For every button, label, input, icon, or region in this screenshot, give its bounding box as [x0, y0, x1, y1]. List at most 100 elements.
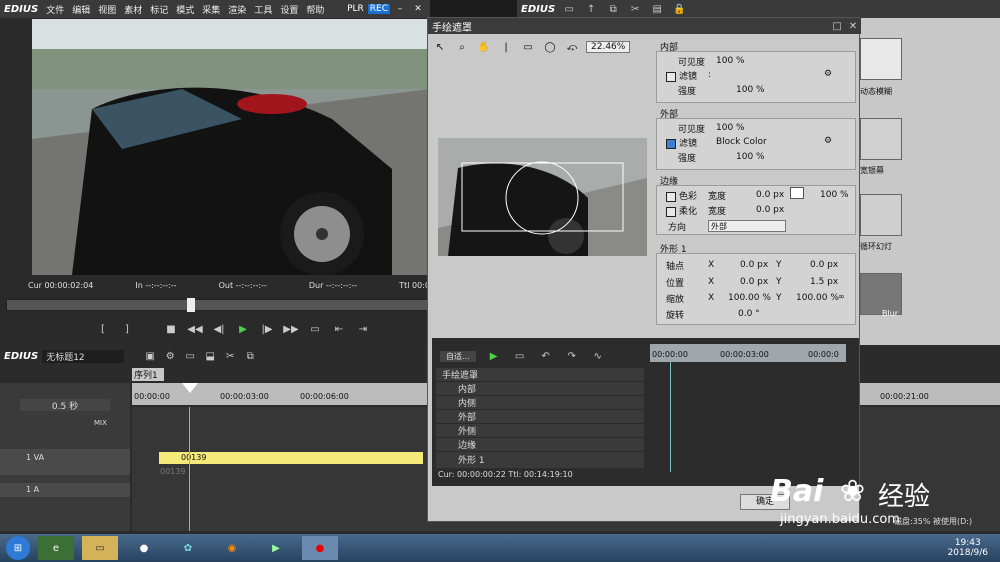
- overwrite-icon[interactable]: ⇥: [355, 321, 371, 337]
- step-forward-icon[interactable]: |▶: [259, 321, 275, 337]
- kf-item-outer-side[interactable]: 外侧: [436, 424, 644, 438]
- copy-icon[interactable]: ⧉: [605, 1, 621, 17]
- edge-color-swatch[interactable]: [790, 187, 804, 199]
- bin-thumb-widescreen[interactable]: [860, 118, 902, 160]
- edge-color-pct[interactable]: 100 %: [820, 190, 849, 200]
- edge-dir-select[interactable]: 外部: [708, 220, 786, 232]
- outer-filter-checkbox[interactable]: [666, 138, 676, 149]
- bin-thumb-motion-blur[interactable]: [860, 38, 902, 80]
- kf-redo-icon[interactable]: ↷: [564, 348, 580, 364]
- edius-taskbar-icon[interactable]: ●: [302, 536, 338, 560]
- fit-dropdown[interactable]: 自适...: [440, 350, 476, 362]
- select-tool-icon[interactable]: ↖: [432, 39, 448, 55]
- menu-capture[interactable]: 采集: [198, 3, 224, 16]
- scale-y-value[interactable]: 100.00 %: [796, 293, 839, 303]
- edge-soft-width[interactable]: 0.0 px: [756, 205, 784, 215]
- minimize-icon[interactable]: –: [392, 1, 408, 17]
- new-seq-icon[interactable]: ▣: [142, 348, 158, 364]
- kf-undo-icon[interactable]: ↶: [538, 348, 554, 364]
- dialog-close-icon[interactable]: ✕: [845, 18, 861, 34]
- insert-icon[interactable]: ⇤: [331, 321, 347, 337]
- bin-thumb-loop-slide[interactable]: [860, 194, 902, 236]
- dialog-maximize-icon[interactable]: □: [829, 18, 845, 34]
- close-icon[interactable]: ✕: [410, 1, 426, 17]
- save-icon[interactable]: ⬓: [202, 348, 218, 364]
- a-track-header[interactable]: 1 A: [0, 483, 130, 497]
- menu-clip[interactable]: 素材: [120, 3, 146, 16]
- player-scrub-bar[interactable]: [6, 298, 430, 312]
- kf-item-mask[interactable]: 手绘遮罩: [436, 368, 644, 382]
- link-aspect-icon[interactable]: ∞: [838, 292, 845, 301]
- up-icon[interactable]: ↑: [583, 1, 599, 17]
- lock-icon[interactable]: 🔒: [671, 1, 687, 17]
- edge-soft-checkbox[interactable]: [666, 206, 676, 217]
- plr-label[interactable]: PLR: [345, 4, 366, 14]
- kf-item-shape[interactable]: 外形 1: [436, 452, 644, 466]
- folder-icon[interactable]: ▭: [561, 1, 577, 17]
- ellipse-tool-icon[interactable]: ◯: [542, 39, 558, 55]
- menu-settings[interactable]: 设置: [276, 3, 302, 16]
- edge-color-checkbox[interactable]: [666, 191, 676, 202]
- stop-icon[interactable]: ■: [163, 321, 179, 337]
- menu-render[interactable]: 渲染: [224, 3, 250, 16]
- set-out-icon[interactable]: ]: [119, 321, 135, 337]
- menu-edit[interactable]: 编辑: [68, 3, 94, 16]
- media-icon[interactable]: ✿: [170, 536, 206, 560]
- cut-tool-icon[interactable]: ✂: [222, 348, 238, 364]
- menu-mode[interactable]: 模式: [172, 3, 198, 16]
- qq-icon[interactable]: ●: [126, 536, 162, 560]
- inner-strength-value[interactable]: 100 %: [736, 85, 765, 95]
- pen-tool-icon[interactable]: |: [498, 39, 514, 55]
- bezier-tool-icon[interactable]: ⤽: [564, 39, 580, 55]
- view-icon[interactable]: ▤: [649, 1, 665, 17]
- scale-x-value[interactable]: 100.00 %: [728, 293, 771, 303]
- scrub-handle[interactable]: [187, 298, 195, 312]
- rot-value[interactable]: 0.0 °: [738, 309, 760, 319]
- open-icon[interactable]: ▭: [182, 348, 198, 364]
- pivot-y-value[interactable]: 0.0 px: [810, 260, 838, 270]
- rewind-icon[interactable]: ◀◀: [187, 321, 203, 337]
- fast-forward-icon[interactable]: ▶▶: [283, 321, 299, 337]
- menu-help[interactable]: 帮助: [302, 3, 328, 16]
- set-in-icon[interactable]: [: [95, 321, 111, 337]
- menu-view[interactable]: 视图: [94, 3, 120, 16]
- kf-item-inner-side[interactable]: 内侧: [436, 396, 644, 410]
- app-icon[interactable]: ▶: [258, 536, 294, 560]
- inner-filter-settings-icon[interactable]: ⚙: [824, 69, 832, 79]
- render-icon[interactable]: ⚙: [162, 348, 178, 364]
- kf-graph-icon[interactable]: ∿: [590, 348, 606, 364]
- sequence-tab[interactable]: 序列1: [132, 368, 164, 381]
- pos-y-value[interactable]: 1.5 px: [810, 277, 838, 287]
- start-icon[interactable]: ⊞: [6, 536, 30, 560]
- pivot-x-value[interactable]: 0.0 px: [740, 260, 768, 270]
- clip-00139[interactable]: 00139: [158, 451, 424, 465]
- loop-icon[interactable]: ▭: [307, 321, 323, 337]
- rec-label[interactable]: REC: [367, 4, 390, 14]
- outer-visibility-value[interactable]: 100 %: [716, 123, 745, 133]
- kf-ruler[interactable]: 00:00:00 00:00:03:00 00:00:0: [650, 344, 846, 362]
- menu-tools[interactable]: 工具: [250, 3, 276, 16]
- cut-icon[interactable]: ✂: [627, 1, 643, 17]
- va-track-header[interactable]: 1 VA: [0, 449, 130, 475]
- kf-item-edge[interactable]: 边缘: [436, 438, 644, 452]
- hand-tool-icon[interactable]: ✋: [476, 39, 492, 55]
- kf-play-icon[interactable]: ▶: [486, 348, 502, 364]
- kf-loop-icon[interactable]: ▭: [512, 348, 528, 364]
- outer-strength-value[interactable]: 100 %: [736, 152, 765, 162]
- zoom-tool-icon[interactable]: ⌕: [454, 39, 470, 55]
- zoom-value[interactable]: 22.46%: [586, 41, 631, 53]
- edge-color-width[interactable]: 0.0 px: [756, 190, 784, 200]
- playhead-marker[interactable]: [182, 383, 198, 393]
- inner-filter-checkbox[interactable]: [666, 71, 676, 82]
- explorer-icon[interactable]: ▭: [82, 536, 118, 560]
- menu-marker[interactable]: 标记: [146, 3, 172, 16]
- pos-x-value[interactable]: 0.0 px: [740, 277, 768, 287]
- rect-tool-icon[interactable]: ▭: [520, 39, 536, 55]
- step-back-icon[interactable]: ◀|: [211, 321, 227, 337]
- time-scale[interactable]: 0.5 秒: [20, 399, 110, 412]
- mask-preview[interactable]: [438, 138, 647, 256]
- firefox-icon[interactable]: ◉: [214, 536, 250, 560]
- paste-icon[interactable]: ⧉: [242, 348, 258, 364]
- ie-icon[interactable]: e: [38, 536, 74, 560]
- inner-visibility-value[interactable]: 100 %: [716, 56, 745, 66]
